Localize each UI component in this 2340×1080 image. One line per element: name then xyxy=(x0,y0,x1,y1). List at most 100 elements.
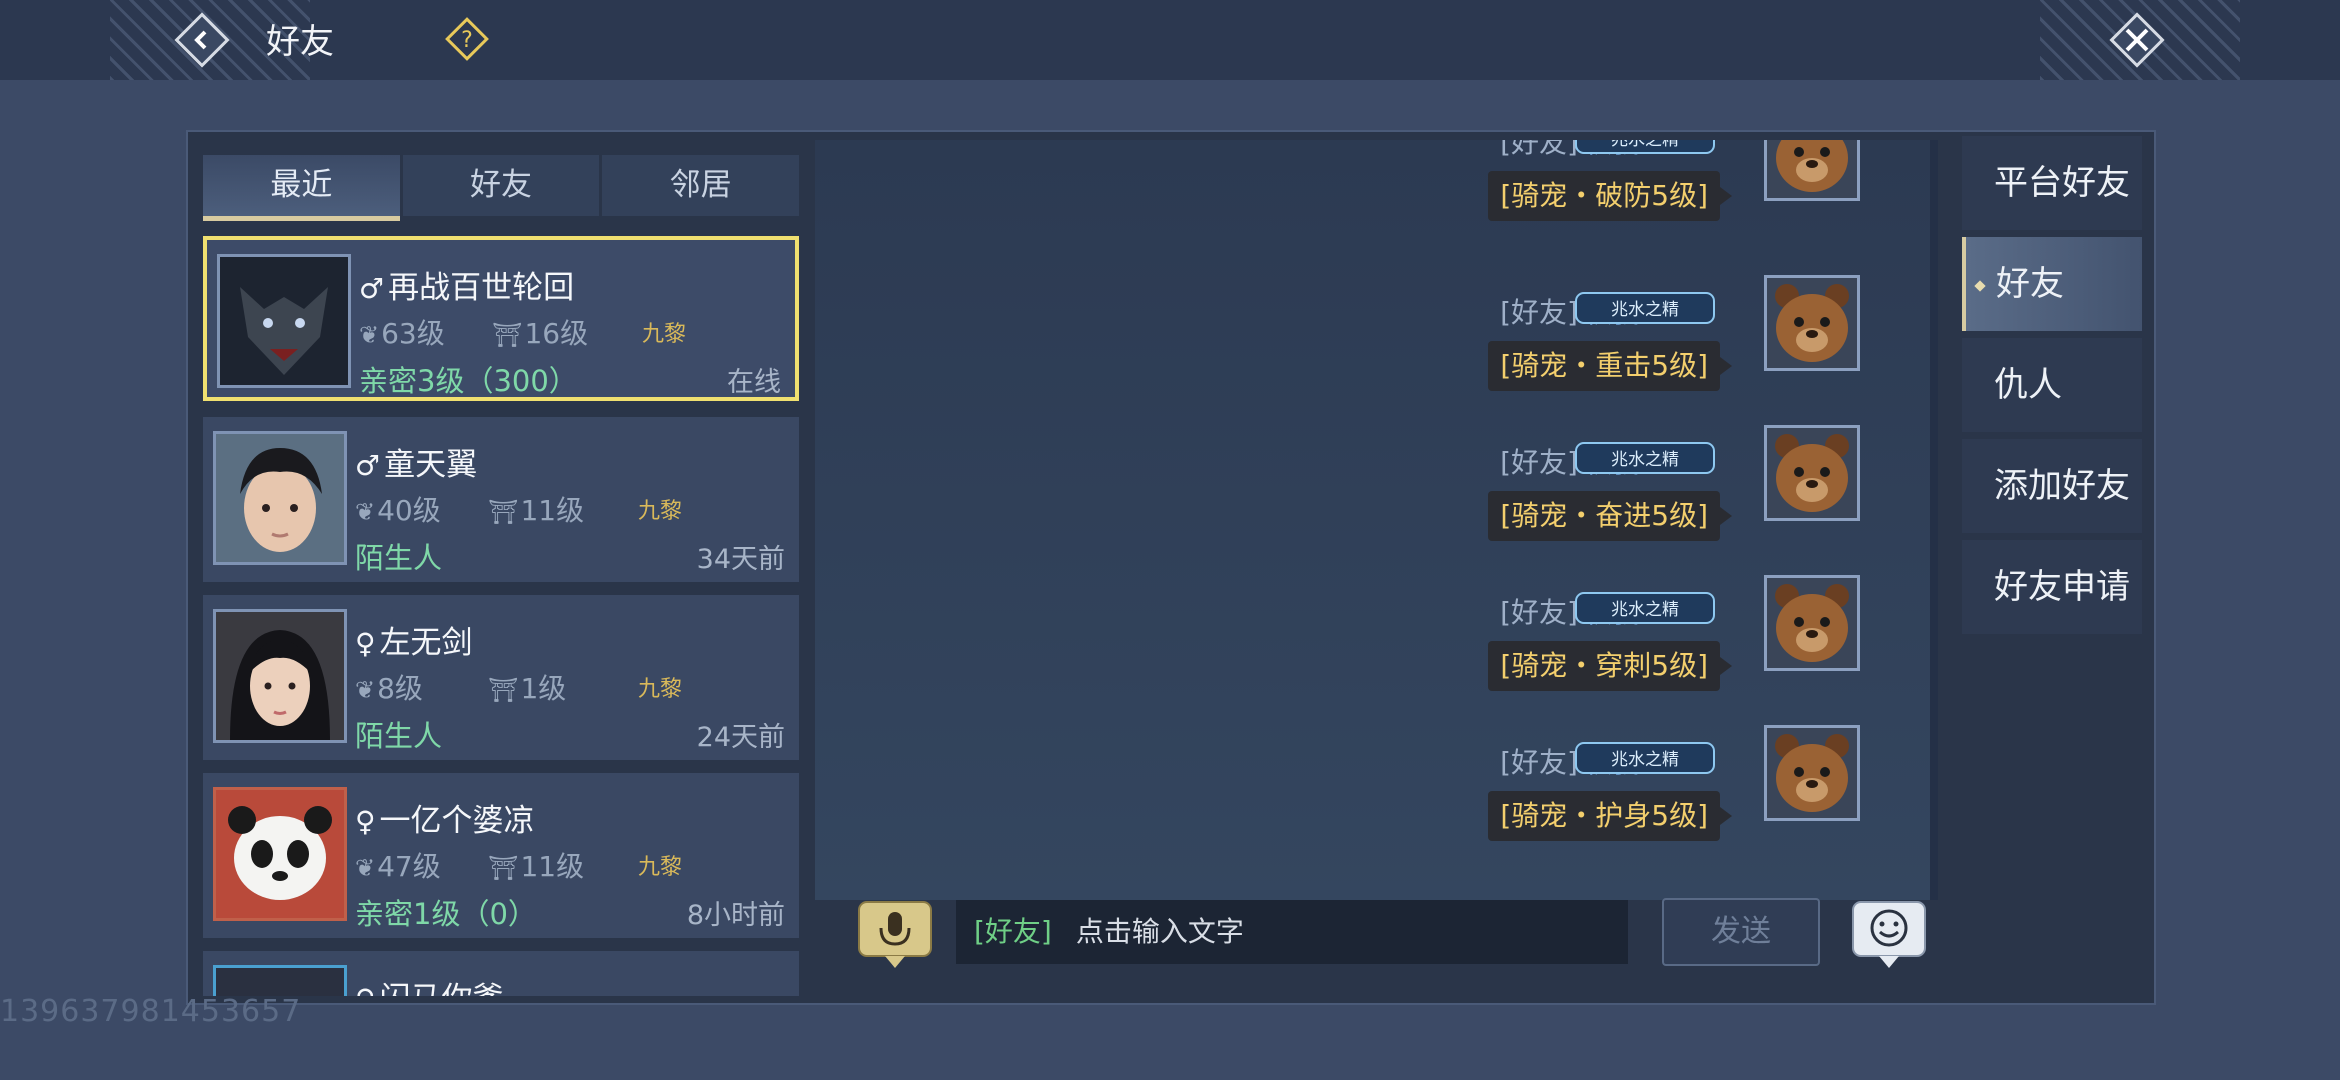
tab-recent[interactable]: 最近 xyxy=(203,155,400,221)
emoji-icon xyxy=(1852,901,1926,968)
avatar xyxy=(217,254,351,388)
user-id-watermark: 139637981453657 xyxy=(0,994,302,1029)
school-label: 九黎 xyxy=(638,677,683,702)
relation-label: 亲密1级（0） xyxy=(355,897,537,931)
sect-level: ⛩11级 xyxy=(488,850,585,883)
relation-label: 亲密3级（300） xyxy=(359,364,578,398)
back-button[interactable] xyxy=(172,10,232,70)
svg-text:兆水之精: 兆水之精 xyxy=(1611,450,1679,470)
message-bubble[interactable]: [骑宠・穿刺5级] xyxy=(1488,641,1732,691)
school-label: 九黎 xyxy=(642,322,687,347)
active-indicator-icon xyxy=(1974,279,1986,292)
menu-platform-friends[interactable]: 平台好友 xyxy=(1962,136,2142,230)
level-icon: ❦ xyxy=(359,321,380,349)
menu-add-friend[interactable]: 添加好友 xyxy=(1962,439,2142,533)
message-bubble[interactable]: [骑宠・护身5级] xyxy=(1488,791,1732,841)
building-icon: ⛩ xyxy=(492,321,523,349)
building-icon: ⛩ xyxy=(488,854,519,882)
tab-neighbors[interactable]: 邻居 xyxy=(602,155,800,221)
building-icon: ⛩ xyxy=(488,676,519,704)
last-online: 8小时前 xyxy=(686,900,785,931)
school-label: 九黎 xyxy=(638,855,683,880)
title-badge: 兆水之精 xyxy=(1570,737,1720,779)
voice-button[interactable] xyxy=(855,898,935,970)
last-online: 24天前 xyxy=(696,722,785,753)
title-badge: 兆水之精 xyxy=(1570,140,1720,159)
school-label: 九黎 xyxy=(638,499,683,524)
svg-text:兆水之精: 兆水之精 xyxy=(1611,140,1679,150)
title-badge: 兆水之精 xyxy=(1570,437,1720,479)
contact-name: ♀闪马你爹 xyxy=(355,973,504,996)
sect-level: ⛩16级 xyxy=(492,317,589,350)
input-channel-label: [好友] xyxy=(974,915,1052,948)
svg-text:兆水之精: 兆水之精 xyxy=(1611,600,1679,620)
title-badge: 兆水之精 xyxy=(1570,287,1720,329)
svg-text:兆水之精: 兆水之精 xyxy=(1611,750,1679,770)
contact-name: ♂ 童天翼 xyxy=(355,447,478,483)
contact-card[interactable]: ♂ 童天翼 ❦40级 ⛩11级 九黎 陌生人 34天前 xyxy=(203,417,799,582)
avatar xyxy=(213,787,347,921)
tab-friends[interactable]: 好友 xyxy=(402,155,600,221)
avatar xyxy=(213,965,347,996)
contact-list[interactable]: ♂ 再战百世轮回 ❦63级 ⛩16级 九黎 亲密3级（300） 在线 ♂ 童天翼 ❦… xyxy=(203,233,801,996)
building-icon: ⛩ xyxy=(488,498,519,526)
close-icon xyxy=(2109,12,2165,68)
contact-card[interactable]: ♂ 再战百世轮回 ❦63级 ⛩16级 九黎 亲密3级（300） 在线 xyxy=(203,236,799,401)
chat-message: [好友]秋義 兆水之精 [骑宠・护身5级] xyxy=(1160,725,1860,885)
online-status: 在线 xyxy=(727,367,781,398)
page-title: 好友 xyxy=(266,22,334,62)
chat-message: [好友]秋義 兆水之精 [骑宠・奋进5级] xyxy=(1160,425,1860,585)
send-button[interactable]: 发送 xyxy=(1662,898,1820,966)
svg-text:兆水之精: 兆水之精 xyxy=(1611,300,1679,320)
message-bubble[interactable]: [骑宠・重击5级] xyxy=(1488,341,1732,391)
contact-name: ♀ 左无剑 xyxy=(355,625,473,661)
menu-friend-requests[interactable]: 好友申请 xyxy=(1962,540,2142,634)
menu-enemies[interactable]: 仇人 xyxy=(1962,338,2142,432)
microphone-icon xyxy=(858,901,932,968)
svg-text:?: ? xyxy=(461,28,473,53)
contact-tabs: 最近 好友 邻居 xyxy=(203,155,800,221)
pet-avatar xyxy=(1764,140,1860,201)
close-button[interactable] xyxy=(2105,8,2169,72)
menu-friends[interactable]: 好友 xyxy=(1962,237,2142,331)
pet-avatar xyxy=(1764,425,1860,521)
pet-avatar xyxy=(1764,575,1860,671)
help-button[interactable]: ? xyxy=(445,17,489,61)
help-icon: ? xyxy=(445,17,489,61)
contact-name: ♀ 一亿个婆凉 xyxy=(355,803,535,839)
player-level: ❦8级 xyxy=(355,672,423,705)
chat-message: [好友]秋義 兆水之精 [骑宠・重击5级] xyxy=(1160,275,1860,435)
contact-card[interactable]: ♀闪马你爹 xyxy=(203,951,799,996)
level-icon: ❦ xyxy=(355,676,376,704)
input-placeholder: 点击输入文字 xyxy=(1075,915,1244,948)
last-online: 34天前 xyxy=(696,544,785,575)
title-badge: 兆水之精 xyxy=(1570,587,1720,629)
emoji-button[interactable] xyxy=(1849,898,1929,970)
level-icon: ❦ xyxy=(355,854,376,882)
player-level: ❦40级 xyxy=(355,494,441,527)
chat-input[interactable]: [好友] 点击输入文字 xyxy=(956,900,1628,964)
sect-level: ⛩1级 xyxy=(488,672,567,705)
contact-card[interactable]: ♀ 一亿个婆凉 ❦47级 ⛩11级 九黎 亲密1级（0） 8小时前 xyxy=(203,773,799,938)
relation-label: 陌生人 xyxy=(355,719,443,753)
avatar xyxy=(213,431,347,565)
pet-avatar xyxy=(1764,275,1860,371)
message-bubble[interactable]: [骑宠・奋进5级] xyxy=(1488,491,1732,541)
player-level: ❦63级 xyxy=(359,317,445,350)
player-level: ❦47级 xyxy=(355,850,441,883)
back-icon xyxy=(174,12,230,68)
contact-card[interactable]: ♀ 左无剑 ❦8级 ⛩1级 九黎 陌生人 24天前 xyxy=(203,595,799,760)
avatar xyxy=(213,609,347,743)
level-icon: ❦ xyxy=(355,498,376,526)
message-bubble[interactable]: [骑宠・破防5级] xyxy=(1488,171,1732,221)
chat-message: [好友]秋義 兆水之精 [骑宠・穿刺5级] xyxy=(1160,575,1860,735)
chat-message-area[interactable]: [好友]秋義 兆水之精 [骑宠・破防5级] [好友]秋義 兆水之精 [骑宠・重击… xyxy=(815,140,1930,900)
relation-label: 陌生人 xyxy=(355,541,443,575)
sect-level: ⛩11级 xyxy=(488,494,585,527)
contact-name: ♂ 再战百世轮回 xyxy=(359,270,575,306)
friends-category-menu: 平台好友 好友 仇人 添加好友 好友申请 xyxy=(1962,136,2142,641)
chat-message: [好友]秋義 兆水之精 [骑宠・破防5级] xyxy=(1160,140,1860,265)
top-bar xyxy=(0,0,2340,80)
pet-avatar xyxy=(1764,725,1860,821)
chat-scrollbar[interactable] xyxy=(1930,140,1938,900)
